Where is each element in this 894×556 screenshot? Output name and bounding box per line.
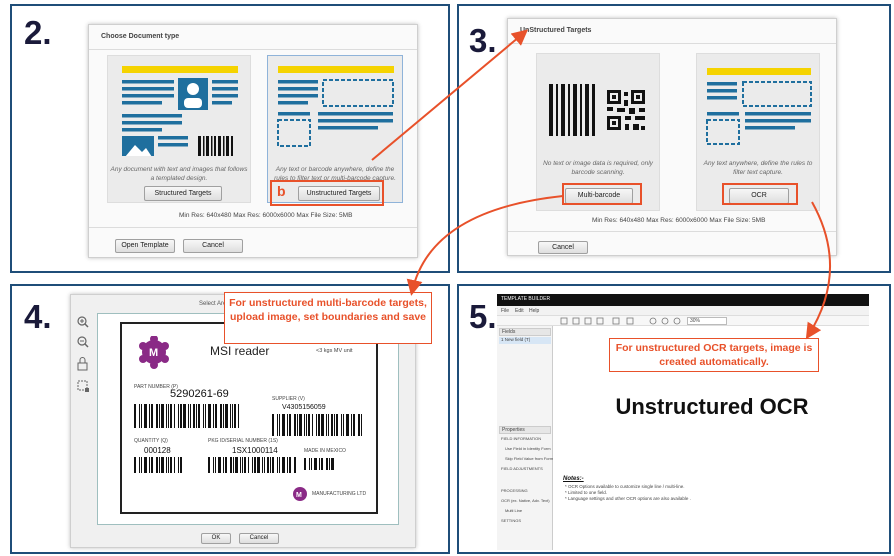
canvas-heading: Unstructured OCR [615, 394, 809, 419]
label-title: MSI reader [210, 344, 270, 358]
multi-barcode-description: No text or image data is required, only … [543, 160, 653, 176]
builder-titlebar: TEMPLATE BUILDER [497, 294, 869, 306]
label-weight: <3 kgs MV unit [316, 348, 353, 354]
serial-barcode [208, 457, 298, 473]
image-toolbar [75, 311, 91, 401]
file-limits-text: Min Res: 640x480 Max Res: 6000x6000 Max … [592, 217, 766, 224]
file-limits-text: Min Res: 640x480 Max Res: 6000x6000 Max … [179, 212, 353, 219]
image-canvas[interactable]: M MSI reader <3 kgs MV unit PART NUMBER … [97, 313, 399, 525]
ocr-description: Any text anywhere, define the rules to f… [703, 160, 813, 176]
field-list-item[interactable]: 1 New field (T) [499, 337, 551, 344]
note-line: * Limited to one field. [565, 490, 608, 495]
builder-title: TEMPLATE BUILDER [501, 296, 551, 302]
msi-logo-icon: M [139, 336, 169, 369]
step-number: 4. [24, 298, 52, 335]
serial-label: PKG ID/SERIAL NUMBER (1S) [208, 438, 278, 444]
multi-barcode-highlight [562, 183, 642, 205]
toolbar-icons [560, 317, 681, 325]
property-row[interactable]: OCR (ex. Native, Adv. Text) [501, 498, 553, 508]
document-illustration-icon [122, 66, 238, 156]
cancel-button[interactable]: Cancel [239, 533, 279, 544]
property-row: SETTINGS [501, 518, 522, 523]
quantity-value: 000128 [144, 446, 171, 455]
notes-title: Notes:- [563, 476, 584, 482]
cancel-button[interactable]: Cancel [183, 239, 243, 253]
note-line: * Language settings and other OCR option… [565, 496, 691, 501]
zoom-out-icon[interactable] [77, 336, 89, 348]
ok-button[interactable]: OK [201, 533, 231, 544]
supplier-barcode [272, 414, 366, 436]
field-item-label: 1 New field (T) [501, 337, 531, 342]
left-pane: Fields 1 New field (T) Properties FIELD … [497, 326, 553, 550]
step-2-panel: 2. Choose Document type Any document wit… [10, 4, 450, 273]
properties-label: Properties [502, 427, 525, 433]
structured-targets-card[interactable]: Any document with text and images that f… [107, 55, 251, 203]
part-number-barcode [134, 404, 244, 428]
ocr-callout: For unstructured OCR targets, image is c… [609, 338, 819, 372]
unstructured-button-highlight [270, 180, 384, 206]
properties-list: FIELD INFORMATION Use Field in Identity … [499, 436, 553, 528]
lock-icon[interactable] [77, 357, 88, 371]
zoom-in-icon[interactable] [77, 316, 89, 328]
select-area-icon[interactable] [77, 380, 89, 392]
step-number: 3. [469, 22, 497, 59]
fields-header: Fields [499, 328, 551, 336]
shipping-label-image: M MSI reader <3 kgs MV unit PART NUMBER … [120, 322, 378, 514]
structured-description: Any document with text and images that f… [110, 166, 248, 182]
multi-barcode-callout: For unstructured multi-barcode targets, … [224, 292, 432, 344]
step-number: 2. [24, 14, 52, 51]
fields-label: Fields [502, 329, 516, 335]
unstructured-targets-dialog: UnStructured Targets No text or image da… [507, 18, 837, 256]
ocr-illustration-icon [706, 68, 812, 145]
svg-text:M: M [296, 492, 302, 499]
barcode-qr-illustration-icon [549, 84, 645, 136]
zoom-select[interactable]: 30% [687, 317, 727, 325]
property-row[interactable]: Multi Line [505, 508, 557, 518]
toolbar: 30% [497, 316, 869, 326]
made-in-barcode [304, 457, 338, 470]
quantity-label: QUANTITY (Q) [134, 438, 168, 444]
menu-bar: File Edit Help [497, 306, 869, 316]
step-3-panel: 3. UnStructured Targets No text or image… [457, 4, 891, 273]
serial-value: 1SX1000114 [232, 446, 278, 455]
unstructured-illustration-icon [277, 66, 394, 147]
menu-file[interactable]: File [501, 308, 509, 314]
step-marker-b: b [277, 183, 286, 199]
zoom-value: 30% [690, 318, 701, 324]
property-row: PROCESSING [501, 488, 528, 493]
dialog-title: Choose Document type [101, 33, 180, 40]
step-number: 5. [469, 298, 497, 335]
choose-document-type-dialog: Choose Document type Any document with t… [88, 24, 418, 258]
manufacturer-text: MANUFACTURING LTD [312, 491, 367, 497]
menu-help[interactable]: Help [529, 308, 539, 314]
supplier-label: SUPPLIER (V) [272, 396, 305, 402]
quantity-barcode [134, 457, 184, 473]
step-4-panel: 4. Select Area M MSI reader <3 kgs MV un… [10, 284, 450, 554]
property-row[interactable]: Skip Field Value from Form [505, 456, 557, 466]
dialog-title: UnStructured Targets [520, 27, 592, 34]
step-5-panel: 5. TEMPLATE BUILDER File Edit Help 30% F… [457, 284, 891, 554]
svg-text:M: M [149, 347, 158, 359]
structured-targets-button[interactable]: Structured Targets [144, 186, 222, 201]
properties-header: Properties [499, 426, 551, 434]
part-number-value: 5290261-69 [170, 388, 229, 400]
cancel-button[interactable]: Cancel [538, 241, 588, 254]
note-line: * OCR Options available to customize sin… [565, 484, 685, 489]
made-in-label: MADE IN MEXICO [304, 448, 346, 454]
ocr-button-highlight [722, 183, 798, 205]
property-row[interactable]: Use Field in Identity Form [505, 446, 557, 456]
open-template-button[interactable]: Open Template [115, 239, 175, 253]
property-row: FIELD ADJUSTMENTS [501, 466, 543, 471]
menu-edit[interactable]: Edit [515, 308, 524, 314]
supplier-value: V4305156059 [282, 404, 326, 411]
manufacturer-logo-icon: M [293, 487, 307, 501]
property-row: FIELD INFORMATION [501, 436, 542, 441]
